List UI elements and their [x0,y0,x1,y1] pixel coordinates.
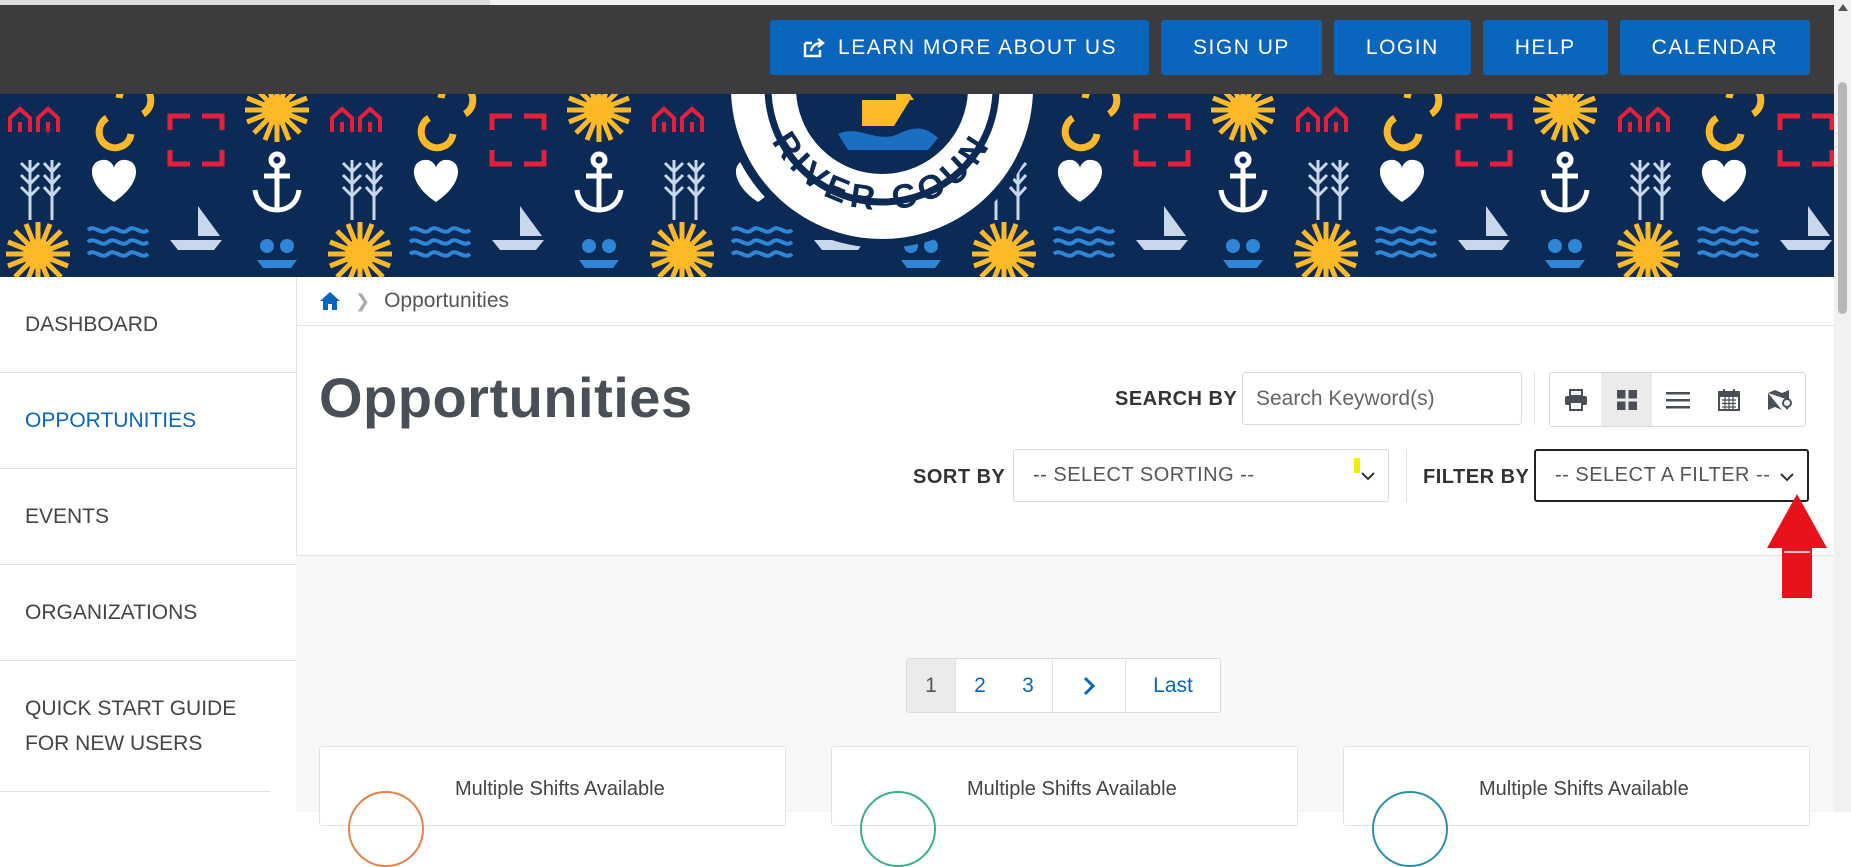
top-nav: LEARN MORE ABOUT US SIGN UP LOGIN HELP C… [770,20,1810,75]
page-1-link[interactable]: 1 [907,659,956,712]
learn-more-button[interactable]: LEARN MORE ABOUT US [770,20,1150,75]
filter-by-label: FILTER BY [1423,466,1530,488]
sort-select[interactable]: -- SELECT SORTING -- [1013,449,1389,502]
card-shift-text: Multiple Shifts Available [455,778,665,800]
last-page-link[interactable]: Last [1126,659,1220,712]
sidebar-item-dashboard[interactable]: DASHBOARD [0,277,296,373]
card-shift-text: Multiple Shifts Available [967,778,1177,800]
chevron-right-icon: ❯ [355,290,371,311]
filter-select-value: -- SELECT A FILTER -- [1555,464,1771,486]
external-link-icon [803,37,825,57]
chevron-down-icon [1780,473,1794,482]
card-avatar [348,791,424,867]
opportunity-card[interactable]: Multiple Shifts Available [319,746,786,867]
yellow-highlight-mark [1354,458,1360,473]
sort-select-value: -- SELECT SORTING -- [1033,464,1255,486]
card-avatar [860,791,936,867]
sidebar-item-organizations[interactable]: ORGANIZATIONS [0,565,296,661]
page-title: Opportunities [319,366,693,429]
view-mode-toolbar [1549,372,1806,427]
scrollbar-thumb[interactable] [1838,82,1847,314]
sidebar-nav: DASHBOARD OPPORTUNITIES EVENTS ORGANIZAT… [0,277,297,812]
breadcrumb-current: Opportunities [384,289,509,312]
pagination: 1 2 3 Last [906,658,1221,713]
search-by-label: SEARCH BY [1115,388,1238,410]
red-annotation-arrow-icon [1767,494,1827,598]
card-shift-text: Multiple Shifts Available [1479,778,1689,800]
chevron-right-icon [1083,676,1096,695]
banner-pattern: RIVER COUN [0,94,1834,277]
sidebar-item-quick-start-guide[interactable]: QUICK START GUIDE FOR NEW USERS [0,661,270,792]
login-button[interactable]: LOGIN [1333,20,1471,75]
header-banner: RIVER COUN [0,94,1834,277]
page-3-link[interactable]: 3 [1004,659,1052,712]
search-input[interactable] [1242,372,1522,425]
top-bar: LEARN MORE ABOUT US SIGN UP LOGIN HELP C… [0,0,1834,94]
sidebar-item-opportunities[interactable]: OPPORTUNITIES [0,373,296,469]
next-page-button[interactable] [1052,659,1126,712]
filter-divider [1406,449,1407,502]
card-avatar [1372,791,1448,867]
page-2-link[interactable]: 2 [956,659,1004,712]
list-view-icon[interactable] [1652,373,1703,426]
opportunity-card[interactable]: Multiple Shifts Available [1343,746,1810,867]
grid-view-icon[interactable] [1601,373,1652,426]
map-view-icon[interactable] [1754,373,1805,426]
learn-more-label: LEARN MORE ABOUT US [838,35,1118,59]
main-content: ❯ Opportunities Opportunities SEARCH BY … [296,277,1834,867]
calendar-view-icon[interactable] [1703,373,1754,426]
help-button[interactable]: HELP [1482,20,1608,75]
sidebar-item-events[interactable]: EVENTS [0,469,296,565]
page-scrollbar[interactable] [1834,0,1851,812]
sort-by-label: SORT BY [913,466,1006,488]
sign-up-button[interactable]: SIGN UP [1161,20,1322,75]
print-icon[interactable] [1550,373,1601,426]
home-icon[interactable] [319,291,341,311]
breadcrumb: ❯ Opportunities [296,277,1834,326]
scroll-up-arrow-icon[interactable] [1838,4,1848,11]
top-highlight-strip [0,0,490,5]
toolbar-divider [1534,372,1535,425]
chevron-down-icon [1361,472,1375,481]
opportunity-card[interactable]: Multiple Shifts Available [831,746,1298,867]
calendar-button[interactable]: CALENDAR [1619,20,1810,75]
